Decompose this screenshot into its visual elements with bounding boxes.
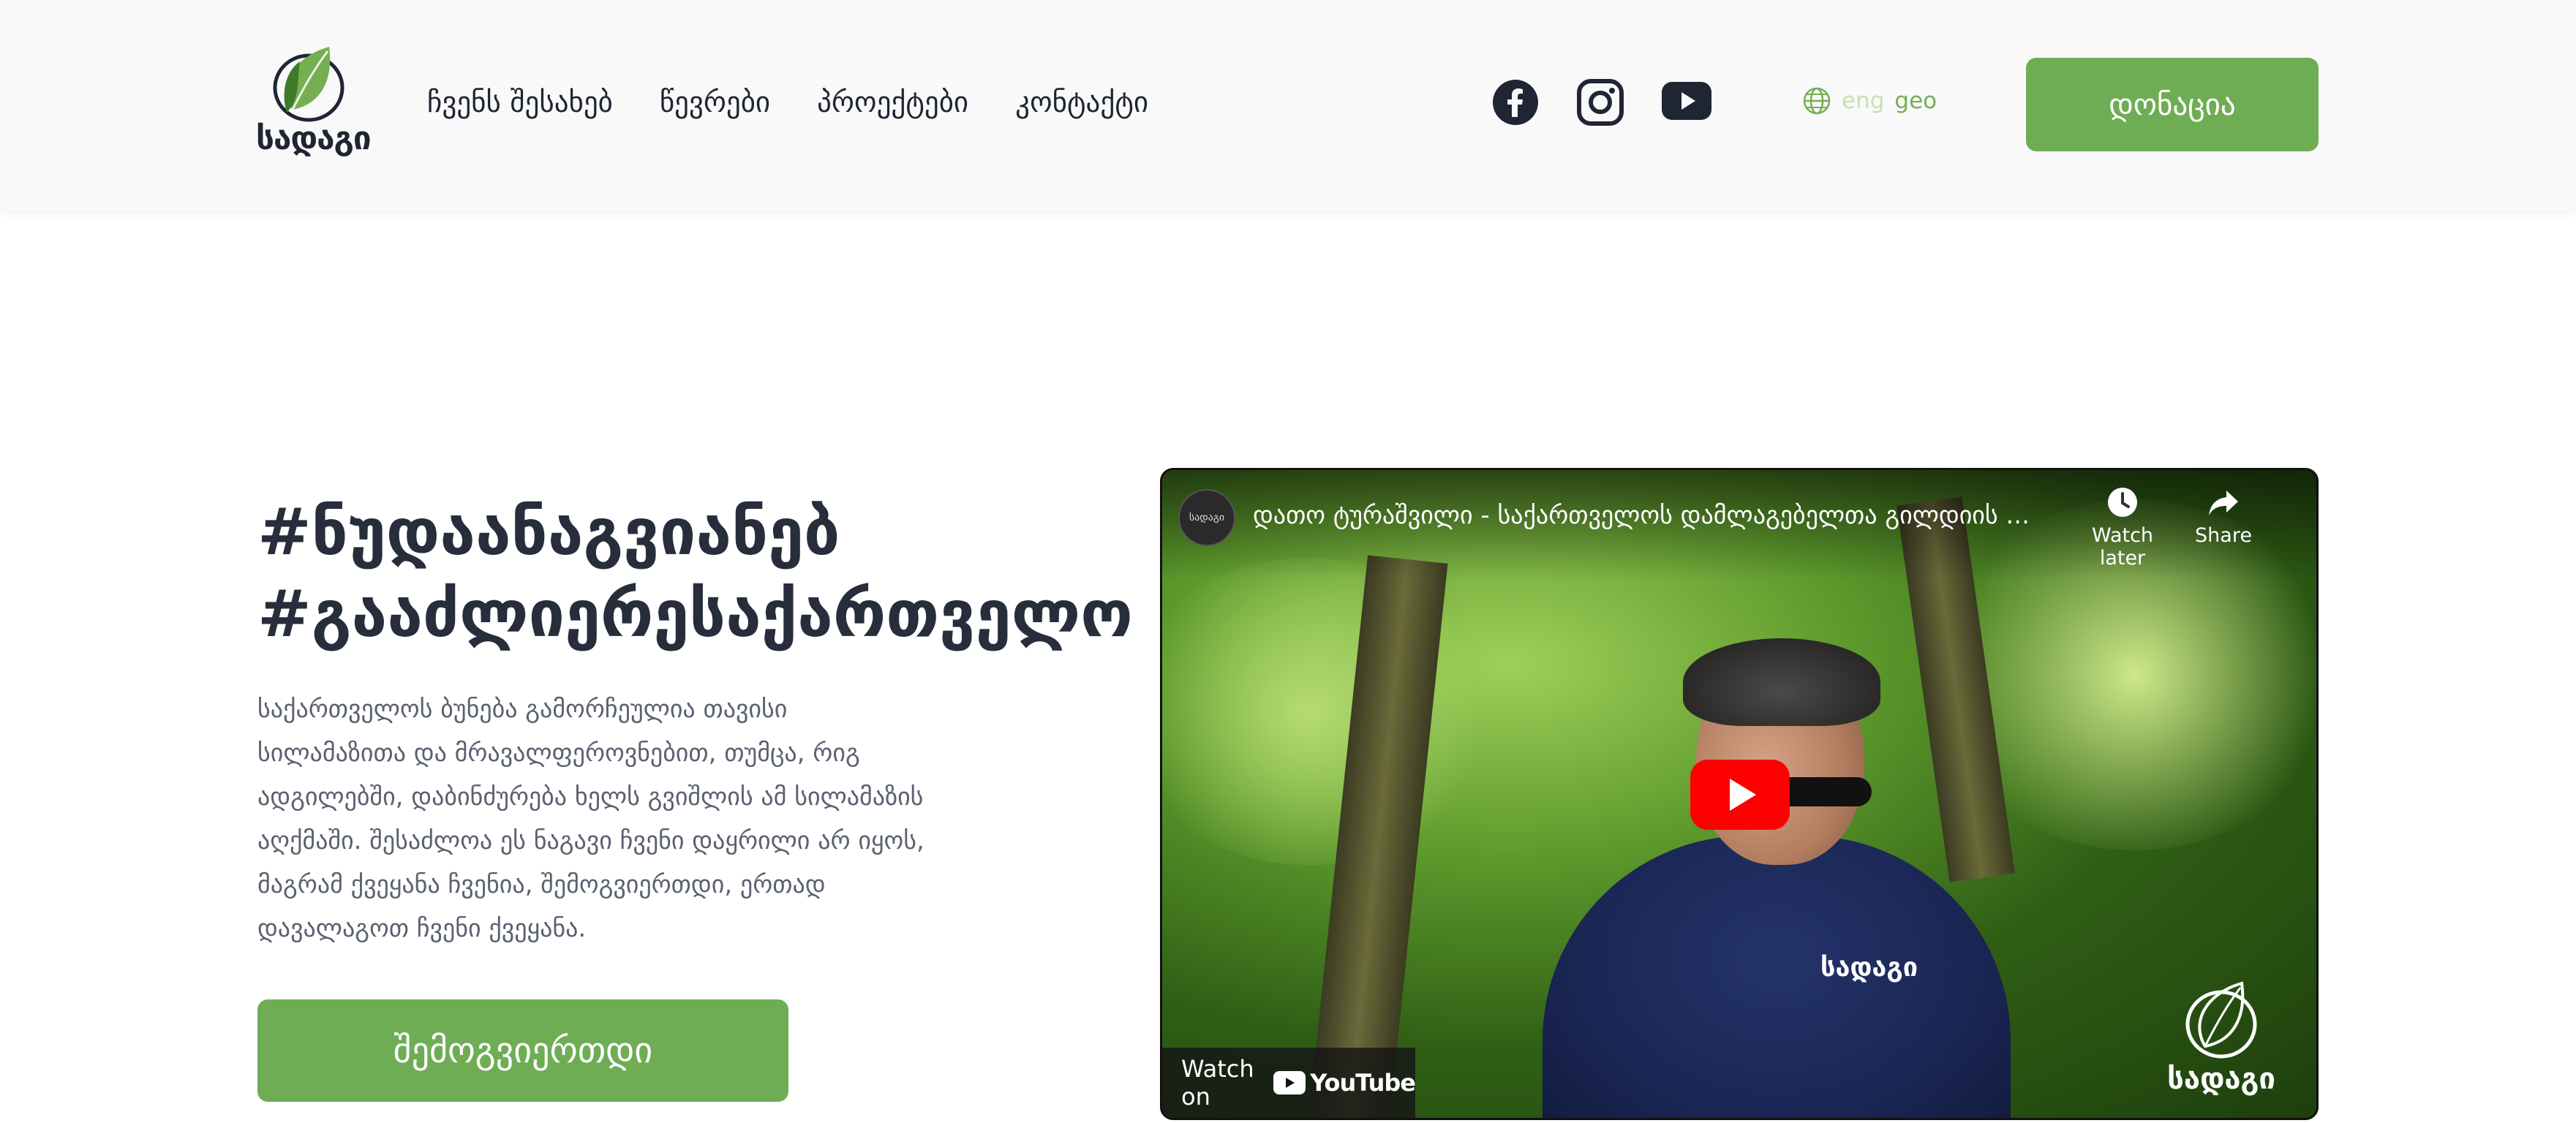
- video-title[interactable]: დათო ტურაშვილი - საქართველოს დამლაგებელთ…: [1253, 501, 2030, 530]
- youtube-video-embed[interactable]: სადაგი სადაგი დათო ტურაშვილი - საქართველ…: [1160, 468, 2319, 1120]
- logo-text: სადაგი: [256, 120, 372, 157]
- facebook-icon[interactable]: [1492, 79, 1539, 126]
- hero-description: საქართველოს ბუნება გამორჩეულია თავისი სი…: [257, 695, 924, 943]
- nav-item-contact[interactable]: კონტაქტი: [1015, 86, 1148, 119]
- watch-on-label: Watch on: [1181, 1055, 1254, 1111]
- play-button-icon[interactable]: [1690, 760, 1790, 830]
- main-nav: ჩვენს შესახებ წევრები პროექტები კონტაქტი: [427, 86, 1195, 119]
- nav-item-projects[interactable]: პროექტები: [817, 86, 968, 119]
- video-shirt-logo: სადაგი: [1820, 953, 1918, 983]
- leaf-watermark-icon: [2185, 981, 2257, 1059]
- instagram-icon[interactable]: [1577, 79, 1624, 126]
- globe-icon: [1803, 87, 1831, 115]
- video-foliage: [1162, 558, 1499, 865]
- hero-title-line-1: #ნუდაანაგვიანებ: [257, 494, 840, 570]
- video-watermark: სადაგი: [2163, 979, 2280, 1096]
- youtube-logo: YouTube: [1273, 1069, 1416, 1097]
- lang-eng-link[interactable]: eng: [1842, 88, 1884, 114]
- site-logo[interactable]: სადაგი: [256, 42, 372, 159]
- video-person-body: [1543, 836, 2011, 1118]
- site-header: სადაგი ჩვენს შესახებ წევრები პროექტები კ…: [0, 0, 2576, 210]
- watch-later-button[interactable]: Watch later: [2075, 486, 2170, 570]
- nav-item-about[interactable]: ჩვენს შესახებ: [427, 86, 613, 119]
- share-arrow-icon: [2209, 491, 2238, 515]
- lang-geo-link[interactable]: geo: [1894, 88, 1937, 114]
- watch-later-label: Watch later: [2091, 524, 2154, 570]
- hero-title: #ნუდაანაგვიანებ #გააძლიერესაქართველო: [257, 491, 1133, 655]
- donate-button[interactable]: დონაცია: [2026, 58, 2319, 151]
- hero-title-line-2: #გააძლიერესაქართველო: [257, 576, 1133, 651]
- youtube-icon[interactable]: [1662, 82, 1711, 120]
- share-label: Share: [2195, 524, 2252, 547]
- video-person-hair: [1683, 638, 1880, 726]
- youtube-play-icon: [1273, 1071, 1306, 1094]
- language-switcher: eng geo: [1802, 86, 1937, 116]
- channel-avatar[interactable]: სადაგი: [1178, 489, 1235, 546]
- leaf-logo-icon: [273, 47, 344, 122]
- share-button[interactable]: Share: [2183, 486, 2264, 547]
- youtube-brand-text: YouTube: [1310, 1069, 1416, 1097]
- watch-on-youtube-button[interactable]: Watch on YouTube: [1162, 1048, 1416, 1118]
- clock-icon: [2108, 488, 2137, 517]
- watermark-text: სადაგი: [2167, 1062, 2275, 1096]
- nav-item-members[interactable]: წევრები: [660, 86, 770, 119]
- join-us-button[interactable]: შემოგვიერთდი: [257, 999, 788, 1102]
